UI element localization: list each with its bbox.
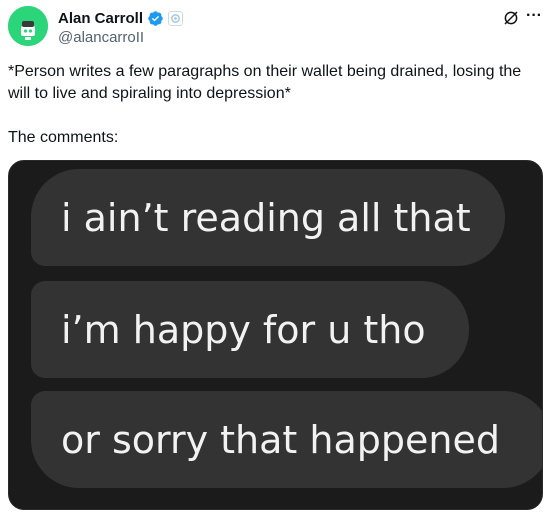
chat-bubble-3: or sorry that happened	[31, 391, 542, 488]
chat-bubble-1: i ain’t reading all that	[31, 169, 505, 266]
tweet-paragraph-2: The comments:	[8, 129, 119, 146]
author-name[interactable]: Alan Carroll	[58, 10, 143, 27]
grok-icon[interactable]	[501, 8, 521, 28]
avatar-image	[8, 6, 48, 46]
tweet-text: *Person writes a few paragraphs on their…	[8, 61, 542, 149]
more-options-icon[interactable]: ···	[524, 6, 544, 26]
tweet-paragraph-1: *Person writes a few paragraphs on their…	[8, 63, 522, 102]
chat-bubble-2: i’m happy for u tho	[31, 281, 469, 378]
author-handle[interactable]: @alancarroII	[58, 29, 144, 46]
avatar[interactable]	[8, 6, 48, 46]
verified-badge-icon[interactable]	[147, 10, 164, 27]
tweet-media-image[interactable]: i ain’t reading all that i’m happy for u…	[8, 160, 543, 510]
tweet: Alan Carroll @alancarroII ··· *Person wr…	[0, 0, 550, 518]
affiliate-badge-icon[interactable]	[168, 10, 184, 26]
author-name-row: Alan Carroll	[58, 8, 184, 28]
